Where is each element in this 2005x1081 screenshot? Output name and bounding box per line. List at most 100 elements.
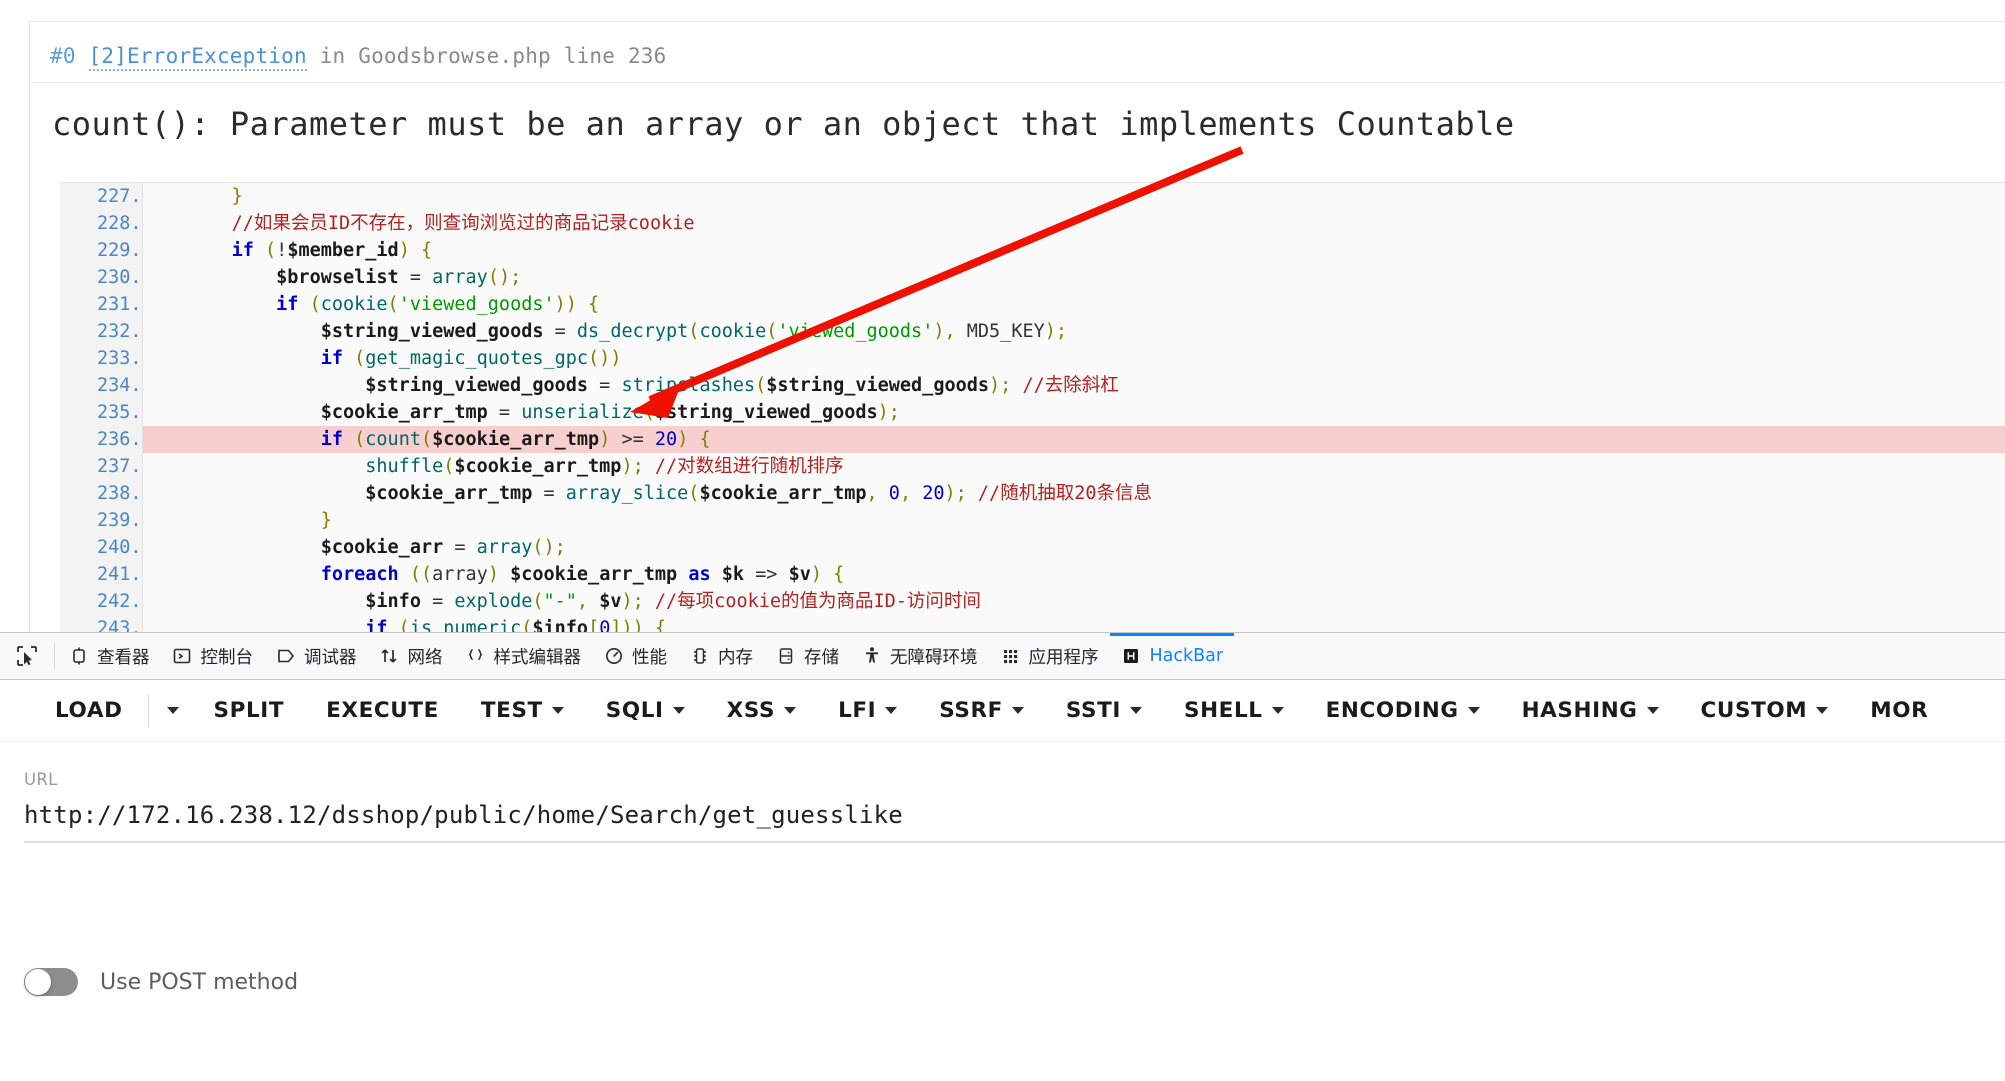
hackbar-menu-load[interactable]: LOAD: [34, 698, 144, 723]
code-line: 238. $cookie_arr_tmp = array_slice($cook…: [60, 480, 2005, 507]
hackbar-menu-label: MOR: [1870, 698, 1929, 723]
code-line: 233. if (get_magic_quotes_gpc()): [60, 345, 2005, 372]
hackbar-menu-test[interactable]: TEST: [460, 698, 585, 723]
devtools-tab-hackbar[interactable]: HackBar: [1110, 633, 1235, 679]
devtools-tab-style-editor[interactable]: 样式编辑器: [454, 633, 593, 679]
code-line-source: $cookie_arr_tmp = unserialize($string_vi…: [320, 402, 900, 423]
chevron-down-icon[interactable]: [1646, 707, 1659, 714]
hackbar-menu-hashing[interactable]: HASHING: [1501, 698, 1680, 723]
console-icon: [172, 646, 193, 667]
code-line-source: if (get_magic_quotes_gpc()): [320, 348, 622, 369]
url-input[interactable]: http://172.16.238.12/dsshop/public/home/…: [24, 801, 2005, 829]
error-card: #0 [2]ErrorException in Goodsbrowse.php …: [29, 21, 2005, 632]
hackbar-menu-custom[interactable]: CUSTOM: [1680, 698, 1850, 723]
devtools-tab-console[interactable]: 控制台: [161, 633, 265, 679]
hackbar-menu-split[interactable]: SPLIT: [193, 698, 306, 723]
code-line-number: 238.: [60, 480, 143, 507]
chevron-down-icon[interactable]: [784, 707, 797, 714]
code-line-number: 237.: [60, 453, 143, 480]
code-line: 227. }: [60, 183, 2005, 210]
hackbar-menu-ssrf[interactable]: SSRF: [918, 698, 1045, 723]
hackbar-icon: [1121, 646, 1142, 667]
code-line: 232. $string_viewed_goods = ds_decrypt(c…: [60, 318, 2005, 345]
chevron-down-icon[interactable]: [1467, 707, 1480, 714]
code-line-source: $string_viewed_goods = stripslashes($str…: [365, 375, 1119, 396]
code-line-number: 227.: [60, 183, 143, 210]
chevron-down-icon[interactable]: [1011, 707, 1024, 714]
hackbar-menu-label: TEST: [480, 698, 543, 723]
code-line: 243. if (is_numeric($info[0])) {: [60, 615, 2005, 632]
code-line-number: 229.: [60, 237, 143, 264]
devtools-tab-label: 控制台: [200, 647, 254, 668]
code-line-source: $string_viewed_goods = ds_decrypt(cookie…: [320, 321, 1068, 342]
devtools-tab-inspector[interactable]: 查看器: [57, 633, 161, 679]
devtools-tab-label: 样式编辑器: [493, 647, 582, 668]
use-post-method-toggle[interactable]: [24, 968, 78, 996]
hackbar-panel: LOAD SPLIT EXECUTE TEST SQLI XSS LFI SSRF SSTI SH…: [0, 680, 2005, 1081]
code-line-source: $cookie_arr = array();: [320, 537, 566, 558]
code-line: 235. $cookie_arr_tmp = unserialize($stri…: [60, 399, 2005, 426]
code-line-source: shuffle($cookie_arr_tmp); //对数组进行随机排序: [365, 456, 844, 477]
hackbar-menu-encoding[interactable]: ENCODING: [1305, 698, 1501, 723]
hackbar-menu-mor[interactable]: MOR: [1849, 698, 1949, 723]
hackbar-menu-label: SPLIT: [213, 698, 285, 723]
code-table: 227. } 228. //如果会员ID不存在，则查询浏览过的商品记录cookie…: [60, 183, 2005, 632]
hackbar-menu-label: ENCODING: [1325, 698, 1459, 723]
hackbar-menu-label: CUSTOM: [1700, 698, 1808, 723]
hackbar-menu-execute[interactable]: EXECUTE: [305, 698, 460, 723]
hackbar-menu-sqli[interactable]: SQLI: [585, 698, 706, 723]
chevron-down-icon[interactable]: [1816, 707, 1829, 714]
code-line-source: if (is_numeric($info[0])) {: [365, 618, 667, 632]
url-label: URL: [24, 770, 58, 789]
devtools-tab-application[interactable]: 应用程序: [989, 633, 1110, 679]
code-line-source: }: [231, 186, 243, 207]
code-line: 239. }: [60, 507, 2005, 534]
url-field-group: URL http://172.16.238.12/dsshop/public/h…: [0, 742, 2005, 843]
devtools-tab-performance[interactable]: 性能: [592, 633, 678, 679]
use-post-method-row[interactable]: Use POST method: [24, 968, 298, 996]
hackbar-menu-xss[interactable]: XSS: [706, 698, 817, 723]
hackbar-menu-ssti[interactable]: SSTI: [1045, 698, 1163, 723]
code-line: 234. $string_viewed_goods = stripslashes…: [60, 372, 2005, 399]
hackbar-menu-label: EXECUTE: [326, 698, 439, 723]
code-line: 228. //如果会员ID不存在，则查询浏览过的商品记录cookie: [60, 210, 2005, 237]
url-input-underline: [24, 841, 2005, 843]
hackbar-menu-load-dropdown[interactable]: [153, 707, 193, 714]
devtools-tab-network[interactable]: 网络: [368, 633, 454, 679]
inspector-icon: [68, 646, 89, 667]
chevron-down-icon[interactable]: [885, 707, 898, 714]
code-line-source: //如果会员ID不存在，则查询浏览过的商品记录cookie: [231, 213, 695, 234]
hackbar-menu-label: SHELL: [1183, 698, 1263, 723]
devtools-tab-storage[interactable]: 存储: [764, 633, 850, 679]
code-line-number: 239.: [60, 507, 143, 534]
devtools-tab-accessibility[interactable]: 无障碍环境: [850, 633, 989, 679]
stack-trace-line: #0 [2]ErrorException in Goodsbrowse.php …: [50, 44, 2005, 71]
devtools-tab-label: 无障碍环境: [890, 647, 978, 668]
chevron-down-icon[interactable]: [166, 707, 179, 714]
network-icon: [379, 646, 400, 667]
code-line-number: 241.: [60, 561, 143, 588]
devtools-tab-memory[interactable]: 内存: [678, 633, 764, 679]
hackbar-menu-lfi[interactable]: LFI: [817, 698, 918, 723]
chevron-down-icon[interactable]: [672, 707, 685, 714]
chevron-down-icon[interactable]: [551, 707, 564, 714]
devtools-tab-debugger[interactable]: 调试器: [264, 633, 368, 679]
trace-index: #0: [50, 44, 76, 68]
application-icon: [1000, 646, 1021, 667]
devtools-tab-label: HackBar: [1149, 646, 1224, 666]
memory-icon: [689, 646, 710, 667]
code-line-number: 236.: [60, 426, 143, 453]
element-picker-icon[interactable]: [0, 633, 54, 679]
style-editor-icon: [465, 646, 486, 667]
chevron-down-icon[interactable]: [1271, 707, 1284, 714]
accessibility-icon: [861, 646, 882, 667]
exception-link[interactable]: [2]ErrorException: [88, 44, 307, 71]
hackbar-menu-shell[interactable]: SHELL: [1163, 698, 1305, 723]
code-line-number: 230.: [60, 264, 143, 291]
hackbar-menu-label: SSTI: [1065, 698, 1121, 723]
code-line-source: $browselist = array();: [276, 267, 522, 288]
code-line: 241. foreach ((array) $cookie_arr_tmp as…: [60, 561, 2005, 588]
code-line-source: foreach ((array) $cookie_arr_tmp as $k =…: [320, 564, 845, 585]
code-listing: 227. } 228. //如果会员ID不存在，则查询浏览过的商品记录cookie…: [60, 182, 2005, 632]
chevron-down-icon[interactable]: [1129, 707, 1142, 714]
